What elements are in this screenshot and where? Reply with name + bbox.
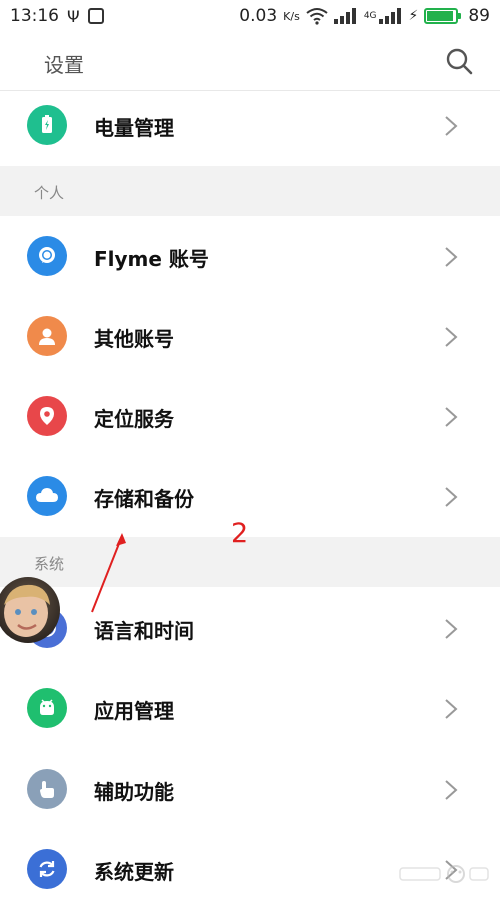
usb-icon: Ψ: [67, 6, 80, 26]
battery-level: 89: [468, 6, 490, 26]
flyme-account-icon: [27, 236, 67, 276]
refresh-icon: [27, 849, 67, 889]
settings-item-battery[interactable]: 电量管理: [0, 85, 500, 165]
status-bar: 13:16 Ψ 0.03 K/s 4G ⚡ 89: [0, 0, 500, 32]
chevron-right-icon: [445, 327, 458, 347]
annotation-number: 2: [231, 518, 249, 549]
battery-icon: [27, 105, 67, 145]
settings-item-storage-backup[interactable]: 存储和备份: [0, 456, 500, 536]
settings-item-label: 辅助功能: [94, 780, 174, 804]
network-speed-unit: K/s: [283, 9, 300, 23]
page-title: 设置: [44, 53, 84, 77]
annotation-arrow: [91, 533, 126, 613]
hand-pointer-icon: [27, 769, 67, 809]
wifi-icon: [306, 8, 328, 25]
settings-item-flyme-account[interactable]: Flyme 账号: [0, 216, 500, 296]
section-label: 个人: [34, 184, 65, 202]
settings-item-language-time[interactable]: 语言和时间: [0, 588, 500, 668]
person-icon: [27, 316, 67, 356]
network-badge: 4G: [363, 11, 377, 21]
settings-item-label: 应用管理: [94, 699, 174, 723]
settings-item-label: 定位服务: [94, 407, 174, 431]
status-time: 13:16: [10, 6, 59, 26]
settings-item-label: Flyme 账号: [94, 247, 209, 271]
search-icon[interactable]: [444, 46, 474, 76]
settings-item-label: 电量管理: [94, 116, 174, 140]
signal-icon-2: [378, 8, 401, 24]
chevron-right-icon: [445, 699, 458, 719]
android-icon: [27, 688, 67, 728]
watermark-logo: [399, 865, 489, 883]
settings-item-location[interactable]: 定位服务: [0, 376, 500, 456]
signal-icon: [333, 8, 356, 24]
network-speed: 0.03: [239, 6, 278, 26]
chevron-right-icon: [445, 247, 458, 267]
battery-status-icon: [424, 8, 462, 24]
chevron-right-icon: [445, 116, 458, 136]
chevron-right-icon: [445, 780, 458, 800]
cloud-icon: [27, 476, 67, 516]
settings-item-label: 其他账号: [94, 327, 174, 351]
settings-item-other-accounts[interactable]: 其他账号: [0, 296, 500, 376]
charging-icon: ⚡: [408, 8, 419, 24]
section-header-system: 系统: [0, 537, 500, 587]
chevron-right-icon: [445, 407, 458, 427]
settings-item-label: 存储和备份: [94, 487, 194, 511]
section-label: 系统: [34, 555, 65, 573]
settings-item-accessibility[interactable]: 辅助功能: [0, 749, 500, 829]
app-header: 设置: [0, 32, 500, 91]
location-pin-icon: [27, 396, 67, 436]
settings-item-label: 系统更新: [94, 860, 174, 884]
settings-item-app-management[interactable]: 应用管理: [0, 668, 500, 748]
chevron-right-icon: [445, 619, 458, 639]
settings-item-label: 语言和时间: [94, 619, 194, 643]
chevron-right-icon: [445, 487, 458, 507]
notification-icon: [87, 8, 104, 24]
section-header-personal: 个人: [0, 166, 500, 216]
